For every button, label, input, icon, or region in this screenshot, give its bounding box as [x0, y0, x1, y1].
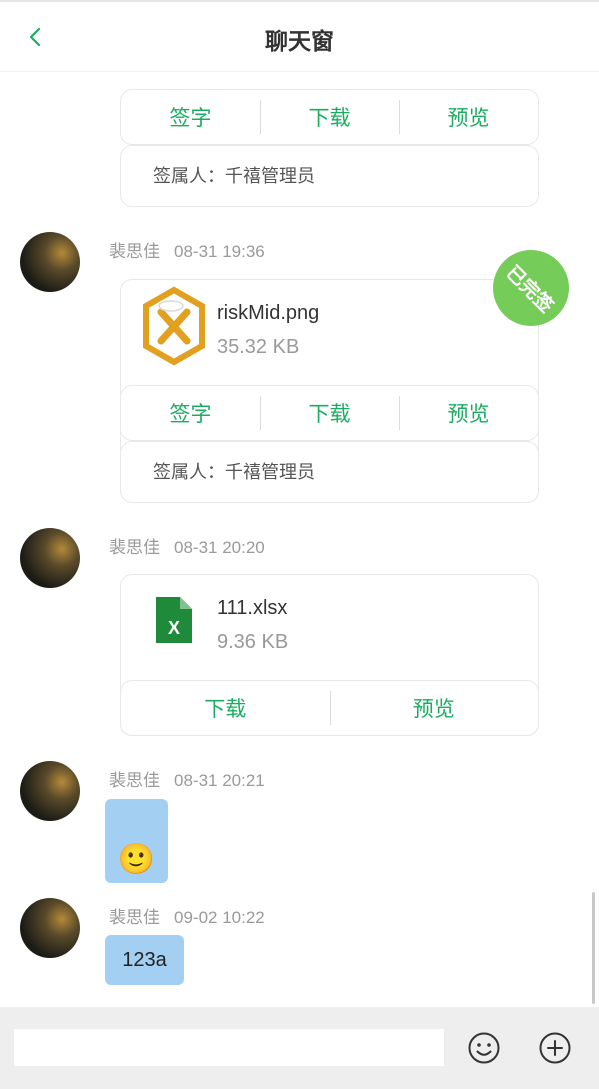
signer-label: 签属人： [153, 462, 225, 482]
sign-button[interactable]: 签字 [121, 386, 260, 440]
avatar[interactable] [20, 761, 80, 821]
sender-name: 裴思佳 [109, 771, 160, 790]
add-attachment-button[interactable] [538, 1031, 572, 1065]
sender-name: 裴思佳 [109, 908, 160, 927]
file-size: 35.32 KB [217, 336, 300, 358]
message-input[interactable] [14, 1029, 444, 1066]
message-time: 08-31 19:36 [174, 242, 265, 261]
chat-message-list[interactable]: 签字 下载 预览 签属人：千禧管理员 裴思佳 08-31 19:36 riskMi… [0, 72, 599, 1007]
avatar[interactable] [20, 898, 80, 958]
excel-file-icon: X [156, 597, 192, 643]
message-time: 08-31 20:21 [174, 771, 265, 790]
message-time: 09-02 10:22 [174, 908, 265, 927]
sender-name: 裴思佳 [109, 538, 160, 557]
chat-input-bar [0, 1007, 599, 1089]
avatar[interactable] [20, 528, 80, 588]
signer-info: 签属人：千禧管理员 [120, 145, 539, 207]
signer-name: 千禧管理员 [225, 462, 315, 482]
signer-label: 签属人： [153, 166, 225, 186]
signer-info: 签属人：千禧管理员 [120, 441, 539, 503]
preview-button[interactable]: 预览 [329, 681, 539, 735]
avatar[interactable] [20, 232, 80, 292]
preview-button[interactable]: 预览 [399, 90, 538, 144]
file-name: riskMid.png [217, 302, 320, 324]
sign-button[interactable]: 签字 [121, 90, 260, 144]
download-button[interactable]: 下载 [260, 90, 399, 144]
image-file-icon [143, 286, 205, 366]
message-meta: 裴思佳 09-02 10:22 [109, 903, 265, 928]
file-size: 9.36 KB [217, 631, 289, 653]
plus-circle-icon [539, 1032, 571, 1064]
smiley-icon [468, 1032, 500, 1064]
file-actions-bar: 下载 预览 [120, 680, 539, 736]
download-button[interactable]: 下载 [121, 681, 330, 735]
file-actions-bar: 签字 下载 预览 [120, 89, 539, 145]
message-time: 08-31 20:20 [174, 538, 265, 557]
emoji-message: 🙂 [117, 843, 156, 876]
top-bar: 聊天窗 [0, 0, 599, 72]
scrollbar[interactable] [592, 892, 595, 1004]
sender-name: 裴思佳 [109, 242, 160, 261]
signer-name: 千禧管理员 [225, 166, 315, 186]
file-actions-bar: 签字 下载 预览 [120, 385, 539, 441]
message-bubble[interactable]: 123a [105, 935, 184, 985]
download-button[interactable]: 下载 [260, 386, 399, 440]
message-meta: 裴思佳 08-31 20:20 [109, 533, 265, 558]
message-meta: 裴思佳 08-31 19:36 [109, 237, 265, 262]
file-name: 111.xlsx [217, 597, 288, 619]
emoji-button[interactable] [467, 1031, 501, 1065]
message-meta: 裴思佳 08-31 20:21 [109, 766, 265, 791]
preview-button[interactable]: 预览 [399, 386, 538, 440]
svg-text:X: X [168, 618, 180, 638]
page-title: 聊天窗 [265, 28, 334, 54]
message-bubble[interactable]: 🙂 [105, 799, 168, 883]
